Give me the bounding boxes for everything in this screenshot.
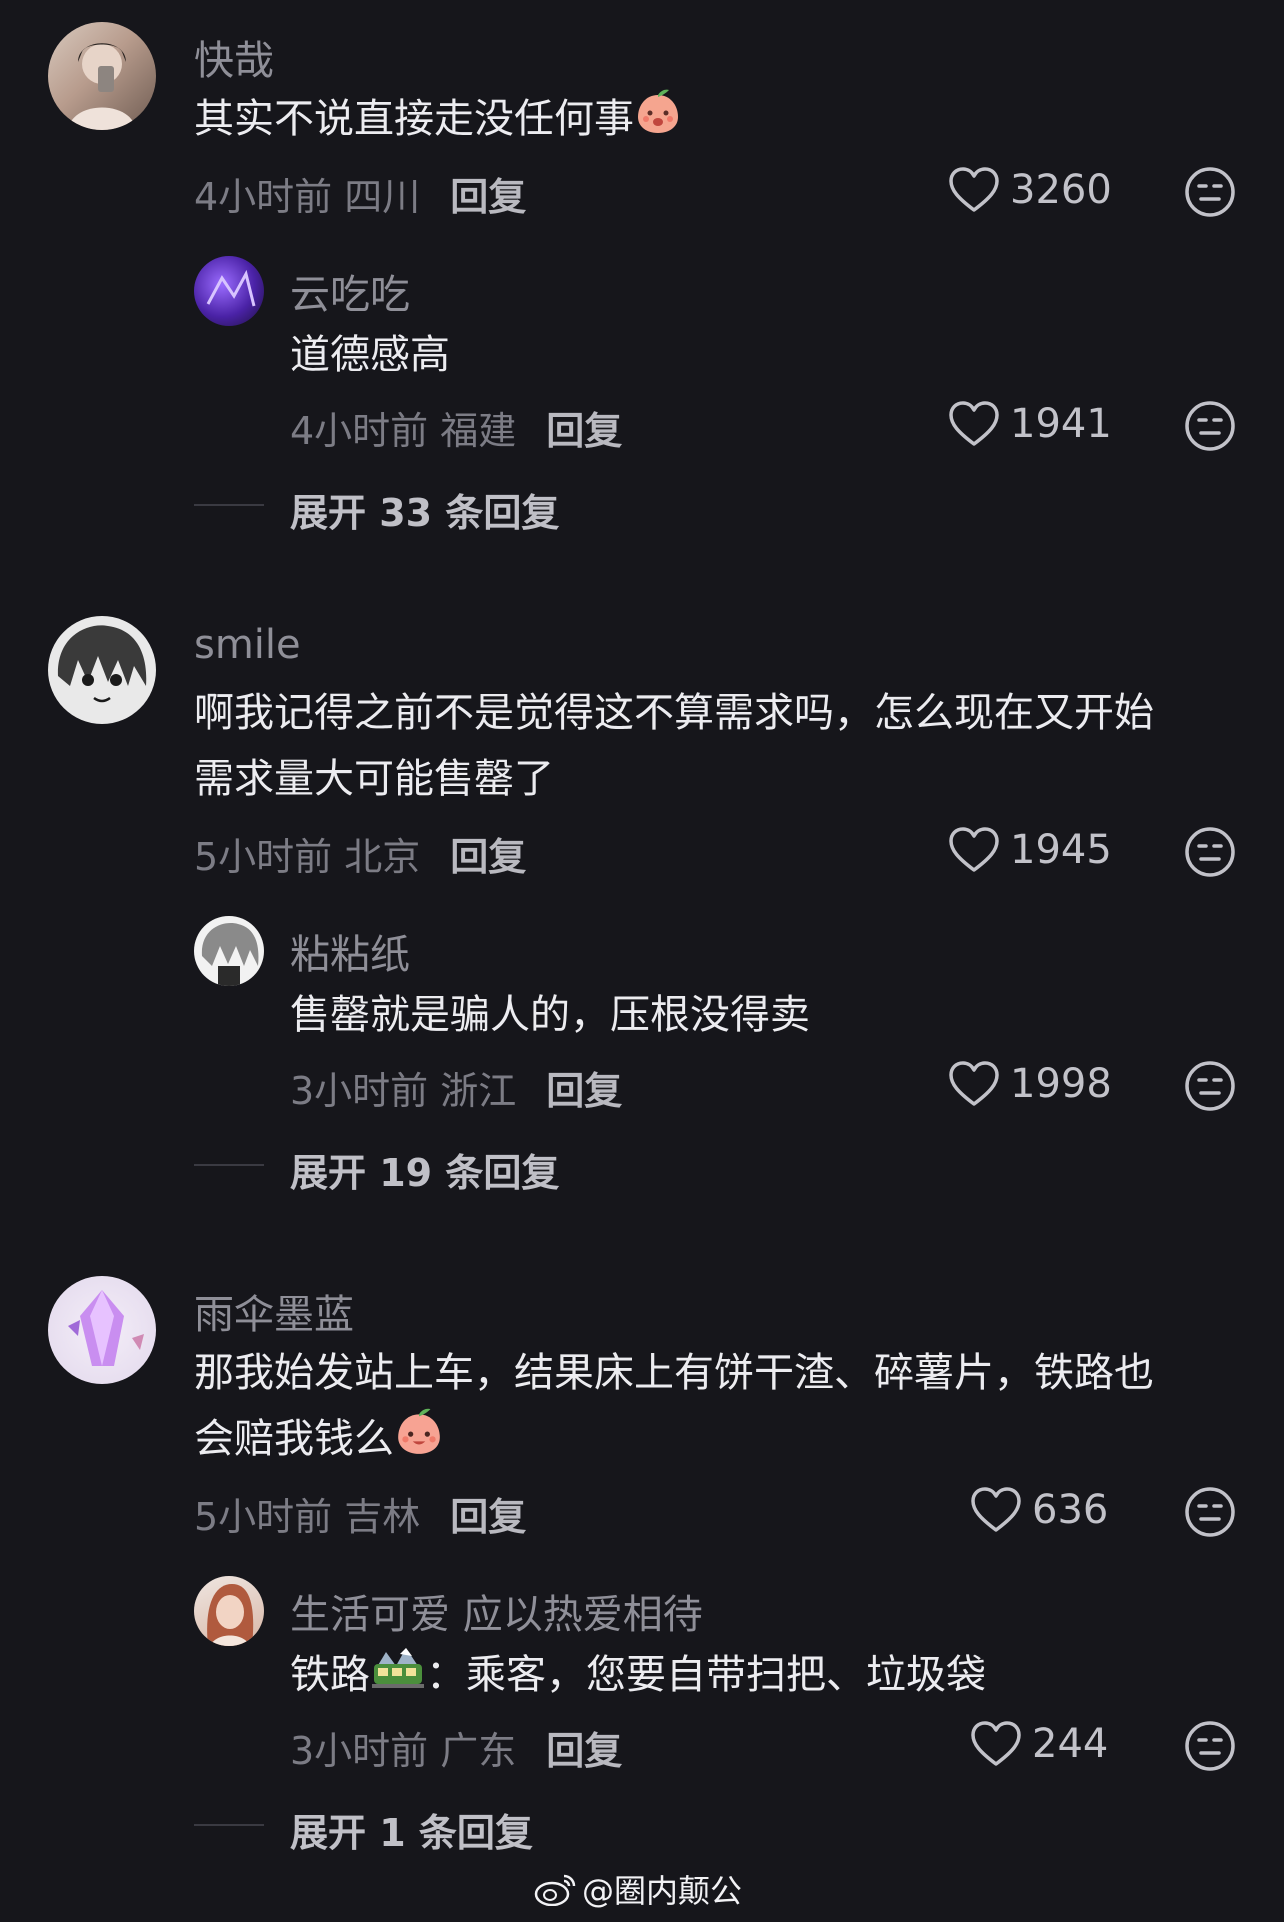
reply-button[interactable]: 回复	[450, 1495, 526, 1539]
like-count: 1998	[1010, 1061, 1112, 1107]
avatar[interactable]	[48, 616, 156, 724]
like-count: 636	[1032, 1487, 1109, 1533]
expand-divider	[194, 1164, 264, 1166]
heart-outline-icon	[948, 826, 1000, 874]
like-count: 244	[1032, 1721, 1109, 1767]
expand-replies-button[interactable]: 展开 33 条回复	[290, 482, 559, 537]
reply-button[interactable]: 回复	[546, 1729, 622, 1773]
reply-text-b: ：乘客，您要自带扫把、垃圾袋	[426, 1652, 986, 1698]
like-count: 1945	[1010, 827, 1112, 873]
comment-text-body: 其实不说直接走没任何事	[194, 96, 634, 142]
reply-text: 售罄就是骗人的，压根没得卖	[290, 992, 810, 1038]
comment-meta: 4小时前 四川 回复	[194, 166, 526, 221]
peach-pouting-emoji	[634, 87, 682, 155]
reply-text-a: 铁路	[290, 1652, 370, 1698]
avatar[interactable]	[194, 1576, 264, 1646]
reply-text: 道德感高	[290, 332, 450, 378]
reply-username[interactable]: 生活可爱 应以热爱相待	[290, 1582, 703, 1640]
heart-outline-icon	[948, 400, 1000, 448]
comment-username[interactable]: 快哉	[194, 28, 274, 86]
peach-smiling-emoji	[394, 1406, 444, 1476]
comment-username[interactable]: smile	[194, 622, 301, 668]
like-count: 1941	[1010, 401, 1112, 447]
reply-text: 铁路 ：乘客，您要自带扫把、垃圾袋	[290, 1642, 986, 1712]
heart-outline-icon	[948, 166, 1000, 214]
comment-text-line-2: 会赔我钱么	[194, 1406, 444, 1476]
heart-outline-icon	[970, 1720, 1022, 1768]
meh-face-icon[interactable]	[1184, 400, 1236, 452]
like-count: 3260	[1010, 167, 1112, 213]
like-button[interactable]: 1945	[948, 826, 1112, 874]
avatar[interactable]	[194, 916, 264, 986]
like-button[interactable]: 1998	[948, 1060, 1112, 1108]
avatar[interactable]	[194, 256, 264, 326]
like-button[interactable]: 3260	[948, 166, 1112, 214]
expand-replies-button[interactable]: 展开 19 条回复	[290, 1142, 559, 1197]
expand-replies-button[interactable]: 展开 1 条回复	[290, 1802, 533, 1857]
comment-meta: 5小时前 北京 回复	[194, 826, 526, 881]
reply-button[interactable]: 回复	[546, 1069, 622, 1113]
meh-face-icon[interactable]	[1184, 166, 1236, 218]
comment-time-location: 4小时前 四川	[194, 175, 421, 219]
comment-text: 其实不说直接走没任何事	[194, 86, 682, 155]
comment-time-location: 5小时前 北京	[194, 835, 421, 879]
reply-button[interactable]: 回复	[450, 175, 526, 219]
reply-meta: 4小时前 福建 回复	[290, 400, 622, 455]
expand-divider	[194, 1824, 264, 1826]
meh-face-icon[interactable]	[1184, 1060, 1236, 1112]
heart-outline-icon	[970, 1486, 1022, 1534]
watermark: @圈内颠公	[534, 1866, 742, 1912]
comment-username[interactable]: 雨伞墨蓝	[194, 1282, 354, 1340]
like-button[interactable]: 636	[970, 1486, 1108, 1534]
reply-time-location: 3小时前 广东	[290, 1729, 517, 1773]
train-emoji	[370, 1642, 426, 1712]
comment-text-line-2: 需求量大可能售罄了	[194, 756, 554, 802]
avatar[interactable]	[48, 22, 156, 130]
watermark-text: @圈内颠公	[582, 1872, 743, 1910]
comment-text-body: 会赔我钱么	[194, 1416, 394, 1462]
like-button[interactable]: 244	[970, 1720, 1108, 1768]
weibo-logo-icon	[534, 1874, 576, 1906]
reply-time-location: 4小时前 福建	[290, 409, 517, 453]
heart-outline-icon	[948, 1060, 1000, 1108]
reply-button[interactable]: 回复	[546, 409, 622, 453]
meh-face-icon[interactable]	[1184, 1720, 1236, 1772]
comment-text-line-1: 啊我记得之前不是觉得这不算需求吗，怎么现在又开始	[194, 690, 1154, 736]
reply-username[interactable]: 云吃吃	[290, 262, 410, 320]
meh-face-icon[interactable]	[1184, 826, 1236, 878]
reply-username[interactable]: 粘粘纸	[290, 922, 410, 980]
comment-text-line-1: 那我始发站上车，结果床上有饼干渣、碎薯片，铁路也	[194, 1350, 1154, 1396]
comment-time-location: 5小时前 吉林	[194, 1495, 421, 1539]
avatar[interactable]	[48, 1276, 156, 1384]
reply-button[interactable]: 回复	[450, 835, 526, 879]
like-button[interactable]: 1941	[948, 400, 1112, 448]
reply-time-location: 3小时前 浙江	[290, 1069, 517, 1113]
comment-meta: 5小时前 吉林 回复	[194, 1486, 526, 1541]
meh-face-icon[interactable]	[1184, 1486, 1236, 1538]
reply-meta: 3小时前 广东 回复	[290, 1720, 622, 1775]
reply-meta: 3小时前 浙江 回复	[290, 1060, 622, 1115]
expand-divider	[194, 504, 264, 506]
